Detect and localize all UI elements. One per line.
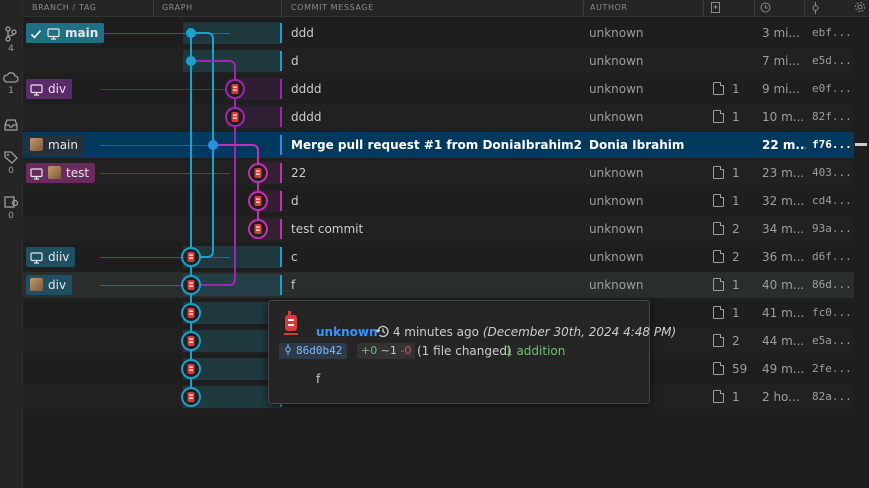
commit-node xyxy=(186,28,196,38)
scrollbar-marker[interactable] xyxy=(855,143,867,146)
avatar-glyph-detail xyxy=(233,117,237,119)
avatar-glyph-detail xyxy=(189,254,193,256)
avatar-icon xyxy=(284,311,298,335)
tooltip-sha-value: 86d0b42 xyxy=(296,344,343,357)
tooltip-stats: +0 ~1 -0 xyxy=(357,343,416,359)
avatar-glyph-detail xyxy=(256,201,260,203)
tooltip-message: f xyxy=(316,372,321,386)
avatar-glyph-detail xyxy=(189,310,193,312)
avatar-glyph-detail xyxy=(189,285,193,287)
history-icon xyxy=(375,325,389,338)
commit-tooltip: unknown 4 minutes ago (December 30th, 20… xyxy=(268,300,676,404)
commit-node xyxy=(186,56,196,66)
avatar-glyph xyxy=(187,364,195,374)
avatar-glyph xyxy=(231,84,239,94)
tooltip-time-detail: (December 30th, 2024 4:48 PM) xyxy=(482,325,677,339)
avatar-glyph xyxy=(187,392,195,402)
avatar-glyph-detail xyxy=(256,170,260,172)
avatar-glyph-detail xyxy=(233,114,237,116)
tooltip-added: +0 xyxy=(361,344,378,357)
avatar-glyph xyxy=(254,168,262,178)
avatar-glyph-detail xyxy=(256,173,260,175)
avatar-glyph xyxy=(187,336,195,346)
avatar-glyph-detail xyxy=(233,86,237,88)
tooltip-time-relative: 4 minutes ago xyxy=(392,325,479,339)
tooltip-time: 4 minutes ago (December 30th, 2024 4:48 … xyxy=(375,325,676,339)
avatar-glyph-detail xyxy=(189,366,193,368)
avatar-glyph-detail xyxy=(189,257,193,259)
avatar-glyph-detail xyxy=(189,369,193,371)
avatar-glyph-detail xyxy=(233,89,237,91)
tooltip-additions: 1 addition xyxy=(505,344,566,358)
commit-icon xyxy=(285,344,291,355)
avatar-glyph xyxy=(254,196,262,206)
avatar-glyph xyxy=(187,252,195,262)
avatar-glyph xyxy=(231,112,239,122)
avatar-glyph-detail xyxy=(189,313,193,315)
commit-node-merge xyxy=(208,140,218,150)
avatar-glyph xyxy=(187,280,195,290)
avatar-glyph-detail xyxy=(189,397,193,399)
avatar-glyph xyxy=(254,224,262,234)
tooltip-author[interactable]: unknown xyxy=(316,325,377,339)
tooltip-modified: ~1 xyxy=(380,344,397,357)
commit-graph xyxy=(181,28,268,407)
avatar-glyph-detail xyxy=(256,229,260,231)
avatar-glyph-detail xyxy=(256,198,260,200)
avatar-glyph-detail xyxy=(189,282,193,284)
tooltip-removed: -0 xyxy=(400,344,412,357)
avatar-glyph-detail xyxy=(189,338,193,340)
avatar-glyph-detail xyxy=(189,341,193,343)
tooltip-files-changed: (1 file changed) xyxy=(417,344,512,358)
avatar-glyph-detail xyxy=(256,226,260,228)
tooltip-sha[interactable]: 86d0b42 xyxy=(279,343,348,359)
avatar-glyph xyxy=(187,308,195,318)
avatar-glyph-detail xyxy=(189,394,193,396)
